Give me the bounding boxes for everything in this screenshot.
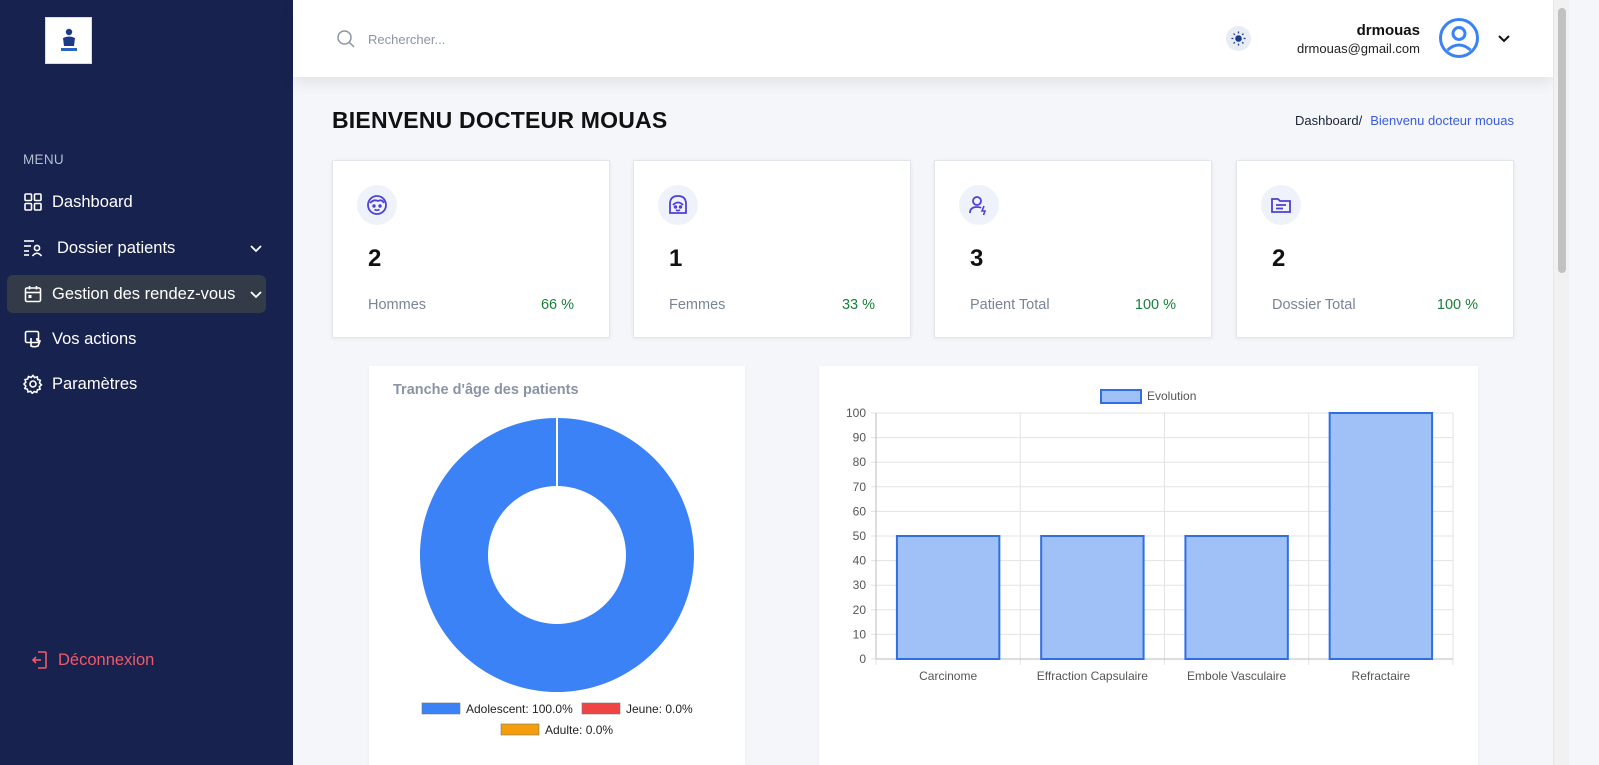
- list-user-icon: [23, 238, 43, 258]
- y-tick-label: 20: [853, 603, 867, 617]
- theme-toggle-button[interactable]: [1226, 26, 1251, 51]
- menu-heading: MENU: [23, 152, 64, 167]
- sidebar-item-parametres[interactable]: Paramètres: [7, 365, 266, 403]
- breadcrumb-current[interactable]: Bienvenu docteur mouas: [1370, 113, 1514, 128]
- page-scrollbar[interactable]: [1553, 0, 1569, 765]
- male-face-icon: [357, 185, 397, 225]
- y-tick-label: 40: [853, 554, 867, 568]
- folder-icon: [1261, 185, 1301, 225]
- chevron-down-icon: [250, 291, 262, 299]
- user-icon: [959, 185, 999, 225]
- y-tick-label: 0: [859, 652, 866, 666]
- hand-icon: [23, 329, 43, 349]
- x-tick-label: Embole Vasculaire: [1187, 669, 1286, 683]
- x-tick-label: Refractaire: [1352, 669, 1411, 683]
- legend-swatch: [581, 702, 621, 715]
- avatar[interactable]: [1438, 17, 1480, 59]
- stat-value: 2: [1272, 245, 1286, 272]
- legend-swatch: [421, 702, 461, 715]
- y-tick-label: 90: [853, 431, 867, 445]
- x-tick-label: Effraction Capsulaire: [1037, 669, 1148, 683]
- stat-percent: 100 %: [1436, 297, 1478, 313]
- sun-icon: [1231, 31, 1246, 46]
- legend-label[interactable]: Adolescent: 100.0%: [466, 702, 573, 716]
- x-tick-label: Carcinome: [919, 669, 977, 683]
- legend-swatch: [500, 723, 540, 736]
- sidebar-item-dossier-patients[interactable]: Dossier patients: [7, 229, 266, 267]
- y-tick-label: 100: [846, 406, 866, 420]
- scrollbar-thumb[interactable]: [1558, 8, 1566, 273]
- stat-label: Patient Total: [970, 297, 1050, 313]
- y-tick-label: 80: [853, 455, 867, 469]
- bar-0[interactable]: [895, 535, 1001, 660]
- logout-button[interactable]: Déconnexion: [30, 650, 154, 670]
- sidebar-item-dashboard[interactable]: Dashboard: [7, 183, 266, 221]
- legend-label[interactable]: Jeune: 0.0%: [626, 702, 693, 716]
- female-face-icon: [658, 185, 698, 225]
- logout-label: Déconnexion: [58, 650, 155, 669]
- logout-icon: [31, 651, 47, 669]
- search-icon: [337, 30, 355, 48]
- y-tick-label: 10: [853, 627, 867, 641]
- stat-percent: 100 %: [1134, 297, 1176, 313]
- donut-chart: Adolescent: 100.0% Jeune: 0.0% Adulte: 0.0…: [419, 418, 694, 737]
- y-tick-label: 60: [853, 504, 867, 518]
- top-header: drmouas drmouas@gmail.com: [293, 0, 1553, 77]
- y-tick-label: 50: [853, 529, 867, 543]
- sidebar-item-label: Vos actions: [52, 329, 137, 348]
- sidebar-item-rendez-vous[interactable]: Gestion des rendez-vous: [7, 275, 266, 313]
- evolution-chart-panel: 0 10 20 30 40 50 60 70 80 90 100 Carcinome Effractio…: [819, 366, 1478, 765]
- sidebar-item-label: Gestion des rendez-vous: [52, 284, 236, 303]
- calendar-icon: [23, 284, 43, 304]
- stat-percent: 33 %: [841, 297, 875, 313]
- search-input[interactable]: [368, 26, 768, 52]
- stat-card-femmes: 1 Femmes 33 %: [633, 160, 911, 338]
- bar-1[interactable]: [1040, 535, 1145, 660]
- user-email: drmouas@gmail.com: [1296, 41, 1420, 56]
- stat-percent: 66 %: [540, 297, 574, 313]
- user-name: drmouas: [1356, 22, 1420, 39]
- y-tick-label: 30: [853, 578, 867, 592]
- legend-swatch: [1100, 389, 1142, 404]
- sidebar-item-vos-actions[interactable]: Vos actions: [7, 320, 266, 358]
- age-chart-panel: Tranche d'âge des patients Adolescent: 1…: [369, 366, 745, 765]
- stat-label: Dossier Total: [1272, 297, 1356, 313]
- stat-value: 3: [970, 245, 984, 272]
- chevron-down-icon[interactable]: [1496, 30, 1512, 46]
- stat-value: 2: [368, 245, 382, 272]
- gear-icon: [23, 374, 43, 394]
- sidebar: MENU Dashboard Dossier patients Gestion …: [0, 0, 293, 765]
- stat-label: Hommes: [368, 297, 427, 313]
- chevron-down-icon: [250, 245, 262, 253]
- legend-label[interactable]: Evolution: [1147, 389, 1196, 403]
- legend-label[interactable]: Adulte: 0.0%: [545, 723, 613, 737]
- stat-card-patient-total: 3 Patient Total 100 %: [934, 160, 1212, 338]
- sidebar-item-label: Paramètres: [52, 374, 138, 393]
- y-tick-label: 70: [853, 480, 867, 494]
- breadcrumb: Dashboard/ Bienvenu docteur mouas: [1295, 113, 1514, 128]
- stat-label: Femmes: [669, 297, 726, 313]
- breadcrumb-root[interactable]: Dashboard/: [1295, 113, 1362, 128]
- logo-mark: [60, 28, 77, 51]
- stat-value: 1: [669, 245, 683, 272]
- stat-card-dossier-total: 2 Dossier Total 100 %: [1236, 160, 1514, 338]
- app-logo[interactable]: [45, 17, 92, 64]
- bar-2[interactable]: [1184, 535, 1289, 660]
- page-title: BIENVENU DOCTEUR MOUAS: [332, 107, 668, 133]
- bar-chart: 0 10 20 30 40 50 60 70 80 90 100 Carcinome Effractio…: [846, 389, 1454, 683]
- bar-3[interactable]: [1328, 412, 1434, 660]
- sidebar-item-label: Dossier patients: [57, 238, 176, 257]
- grid-icon: [23, 192, 43, 212]
- sidebar-item-label: Dashboard: [52, 192, 133, 211]
- stat-card-hommes: 2 Hommes 66 %: [332, 160, 610, 338]
